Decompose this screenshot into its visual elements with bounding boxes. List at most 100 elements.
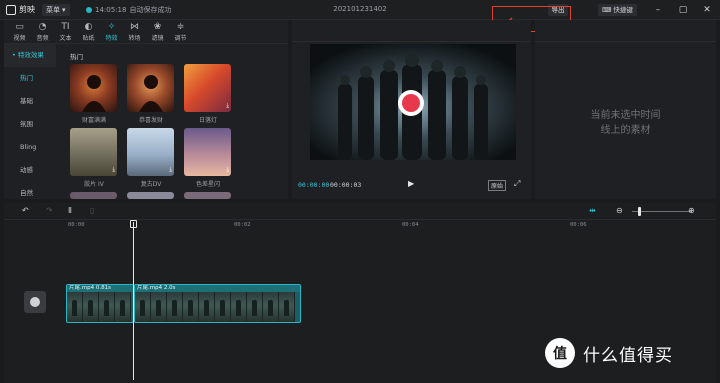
effect-label: 色差星闪 bbox=[195, 181, 220, 188]
tab-text[interactable]: TI 文本 bbox=[54, 20, 77, 44]
tab-label: 文本 bbox=[59, 35, 72, 42]
effect-tile[interactable]: ⤓ bbox=[184, 64, 231, 112]
watermark: 值 什么值得买 bbox=[545, 338, 673, 368]
effect-tile[interactable] bbox=[127, 192, 174, 199]
redo-icon[interactable]: ↷ bbox=[46, 206, 53, 215]
tab-label: 转场 bbox=[128, 35, 141, 42]
tab-label: 特效 bbox=[105, 35, 118, 42]
clip-duration: 2.0s bbox=[163, 285, 176, 291]
zoom-slider[interactable] bbox=[632, 211, 692, 212]
category-label: 特效效果 bbox=[17, 51, 44, 59]
cover-icon bbox=[30, 297, 40, 307]
empty-state-text: 当前未选中时间 线上的素材 bbox=[535, 108, 716, 138]
tick-label: 00:02 bbox=[234, 222, 251, 228]
tab-video[interactable]: ▭ 视频 bbox=[8, 20, 31, 44]
category-basic[interactable]: 基础 bbox=[4, 90, 56, 113]
clip-duration: 0.81s bbox=[95, 285, 111, 291]
play-icon[interactable]: ▶ bbox=[408, 179, 414, 188]
category-effects[interactable]: • 特效效果 bbox=[4, 44, 56, 67]
sticker-icon: ◐ bbox=[84, 22, 93, 32]
tab-effects[interactable]: ✧ 特效 bbox=[100, 20, 123, 44]
effect-tile[interactable] bbox=[127, 64, 174, 112]
fullscreen-icon[interactable]: ⤢ bbox=[514, 179, 520, 189]
effect-label: 日落灯 bbox=[198, 117, 217, 124]
video-clip[interactable]: 片尾.mp4 2.0s bbox=[134, 284, 301, 323]
empty-line-1: 当前未选中时间 bbox=[590, 110, 661, 121]
clip-name: 片尾.mp4 bbox=[69, 285, 95, 291]
effect-label: 胶片 IV bbox=[84, 181, 104, 188]
download-icon: ⤓ bbox=[226, 102, 229, 109]
transition-icon: ⋈ bbox=[130, 22, 139, 32]
clip-thumbnails bbox=[67, 292, 133, 322]
tab-label: 视频 bbox=[13, 35, 26, 42]
video-clip[interactable]: 片尾.mp4 0.81s bbox=[66, 284, 134, 323]
effect-tile[interactable] bbox=[70, 64, 117, 112]
effect-tile[interactable] bbox=[184, 192, 231, 199]
maximize-icon[interactable]: ▢ bbox=[677, 4, 689, 16]
tab-sticker[interactable]: ◐ 贴纸 bbox=[77, 20, 100, 44]
category-nature[interactable]: 自然 bbox=[4, 182, 56, 205]
tick-label: 00:00 bbox=[68, 222, 85, 228]
details-panel: 当前未选中时间 线上的素材 bbox=[535, 20, 716, 199]
delete-icon[interactable]: ▯ bbox=[90, 206, 94, 215]
zoom-slider-handle[interactable] bbox=[638, 207, 641, 216]
minimize-icon[interactable]: – bbox=[652, 4, 664, 16]
adjust-icon: ≑ bbox=[176, 22, 185, 32]
total-duration: 00:00:03 bbox=[330, 181, 362, 189]
effect-label: 财富满满 bbox=[81, 117, 106, 124]
split-icon[interactable]: Ⅱ bbox=[68, 206, 72, 215]
empty-line-2: 线上的素材 bbox=[600, 125, 651, 136]
clip-header: 片尾.mp4 2.0s bbox=[135, 285, 300, 292]
download-icon: ⤓ bbox=[112, 166, 115, 173]
close-icon[interactable]: ✕ bbox=[701, 4, 713, 16]
effect-label: 复古DV bbox=[140, 181, 162, 188]
tick-label: 00:06 bbox=[570, 222, 587, 228]
track-cover-button[interactable] bbox=[24, 291, 46, 313]
playhead[interactable] bbox=[133, 222, 134, 380]
zoom-out-icon[interactable]: ⊖ bbox=[616, 206, 623, 215]
record-indicator-icon bbox=[398, 90, 424, 116]
effect-tile[interactable]: ⤓ bbox=[127, 128, 174, 176]
effect-tile[interactable]: ⤓ bbox=[184, 128, 231, 176]
tab-label: 滤镜 bbox=[151, 35, 164, 42]
category-list: • 特效效果 热门 基础 氛围 Bling 动感 自然 bbox=[4, 44, 56, 199]
effect-tile[interactable] bbox=[70, 192, 117, 199]
clip-name: 片尾.mp4 bbox=[137, 285, 163, 291]
effect-thumbnail bbox=[139, 75, 163, 112]
effect-label: 恭喜发财 bbox=[138, 117, 163, 124]
effect-thumbnail bbox=[82, 75, 106, 112]
tick-label: 00:04 bbox=[402, 222, 419, 228]
tab-label: 贴纸 bbox=[82, 35, 95, 42]
zoom-in-icon[interactable]: ⊕ bbox=[688, 206, 695, 215]
watermark-logo: 值 bbox=[545, 338, 575, 368]
timeline-ruler[interactable]: 00:00 00:02 00:04 00:06 bbox=[4, 220, 716, 230]
effect-tile[interactable]: ⤓ bbox=[70, 128, 117, 176]
category-atmosphere[interactable]: 氛围 bbox=[4, 113, 56, 136]
keyboard-icon: ⌨ bbox=[602, 6, 612, 14]
tab-transition[interactable]: ⋈ 转场 bbox=[123, 20, 146, 44]
tab-label: 音频 bbox=[36, 35, 49, 42]
category-dynamic[interactable]: 动感 bbox=[4, 159, 56, 182]
download-icon: ⤓ bbox=[169, 166, 172, 173]
details-header bbox=[535, 20, 716, 42]
aspect-ratio-button[interactable]: 原始 bbox=[488, 180, 507, 191]
audio-icon: ◔ bbox=[38, 22, 47, 32]
category-bling[interactable]: Bling bbox=[4, 136, 56, 159]
watermark-text: 什么值得买 bbox=[583, 345, 673, 366]
effects-grid: 热门 财富满满 恭喜发财 ⤓ 日落灯 ⤓ 胶片 IV ⤓ 复古DV ⤓ 色差星闪 bbox=[62, 44, 288, 199]
shortcut-label: 快捷键 bbox=[613, 6, 633, 14]
tab-adjust[interactable]: ≑ 调节 bbox=[169, 20, 192, 44]
tab-filter[interactable]: ❀ 滤镜 bbox=[146, 20, 169, 44]
category-hot[interactable]: 热门 bbox=[4, 67, 56, 90]
snap-icon[interactable]: ⇹ bbox=[589, 206, 596, 215]
effects-icon: ✧ bbox=[107, 22, 116, 32]
tab-audio[interactable]: ◔ 音频 bbox=[31, 20, 54, 44]
clip-header: 片尾.mp4 0.81s bbox=[67, 285, 133, 292]
clip-thumbnails bbox=[135, 292, 300, 322]
section-label: 热门 bbox=[70, 53, 83, 61]
timeline-toolbar: ↶ ↷ Ⅱ ▯ ⇹ ⊖ ⊕ bbox=[4, 203, 716, 220]
undo-icon[interactable]: ↶ bbox=[22, 206, 29, 215]
shortcut-button[interactable]: ⌨ 快捷键 bbox=[598, 4, 637, 16]
current-time: 00:00:00 bbox=[298, 181, 330, 189]
video-icon: ▭ bbox=[15, 22, 24, 32]
